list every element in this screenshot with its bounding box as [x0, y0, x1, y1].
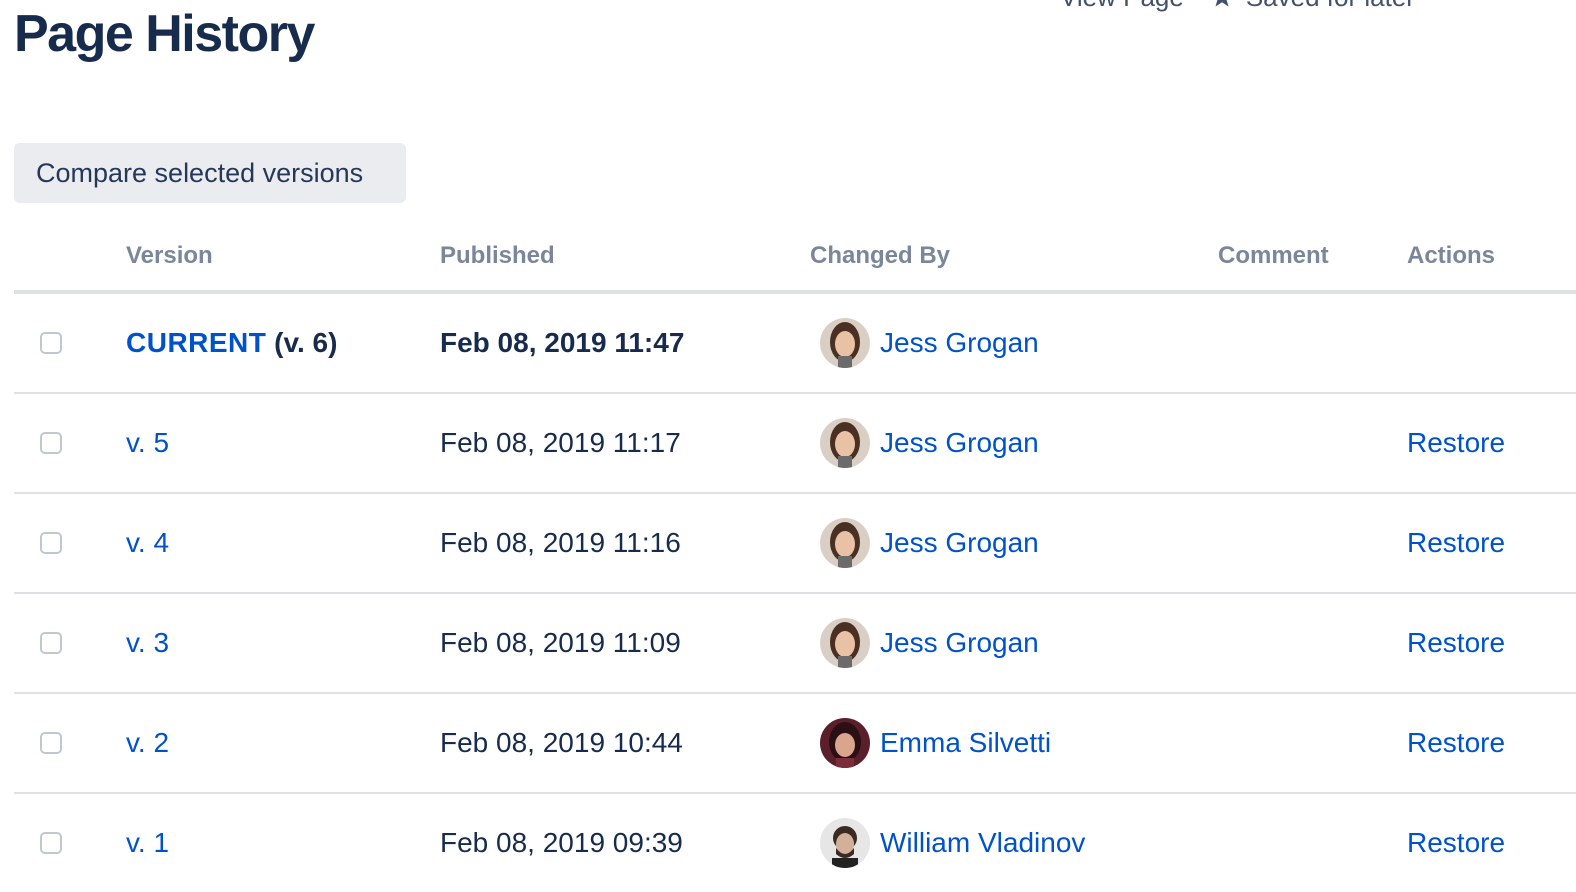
published-date: Feb 08, 2019 11:09: [440, 593, 810, 694]
version-column-header: Version: [126, 222, 440, 294]
saved-for-later-label: Saved for later: [1246, 0, 1415, 13]
changed-by-cell: William Vladinov: [810, 793, 1218, 892]
user-link[interactable]: Jess Grogan: [880, 627, 1039, 659]
version-checkbox[interactable]: [40, 732, 62, 754]
version-cell: v. 2: [126, 693, 440, 794]
user-link[interactable]: Jess Grogan: [880, 427, 1039, 459]
compare-selected-versions-button[interactable]: Compare selected versions: [14, 143, 406, 203]
published-column-header: Published: [440, 222, 810, 294]
table-row: v. 5 Feb 08, 2019 11:17 Jess Grogan Rest…: [14, 393, 1576, 494]
version-link[interactable]: v. 5: [126, 427, 169, 458]
version-checkbox[interactable]: [40, 432, 62, 454]
restore-link[interactable]: Restore: [1407, 627, 1505, 658]
table-header-row: Version Published Changed By Comment Act…: [14, 222, 1576, 294]
actions-cell: Restore: [1407, 493, 1576, 594]
changed-by-cell: Jess Grogan: [810, 393, 1218, 494]
jess-avatar[interactable]: [820, 618, 870, 668]
top-actions: View Page Saved for later: [1060, 0, 1415, 13]
user-link[interactable]: Jess Grogan: [880, 327, 1039, 359]
william-avatar[interactable]: [820, 818, 870, 868]
comment-cell: [1218, 493, 1407, 594]
jess-avatar[interactable]: [820, 418, 870, 468]
changed-by-cell: Jess Grogan: [810, 593, 1218, 694]
comment-column-header: Comment: [1218, 222, 1407, 294]
star-icon: [1210, 0, 1234, 10]
comment-cell: [1218, 393, 1407, 494]
actions-cell: Restore: [1407, 793, 1576, 892]
version-cell: v. 5: [126, 393, 440, 494]
actions-cell: [1407, 292, 1576, 394]
version-cell: v. 3: [126, 593, 440, 694]
version-checkbox[interactable]: [40, 832, 62, 854]
version-checkbox[interactable]: [40, 332, 62, 354]
published-date: Feb 08, 2019 11:47: [440, 292, 810, 394]
user-link[interactable]: William Vladinov: [880, 827, 1085, 859]
version-link[interactable]: v. 1: [126, 827, 169, 858]
actions-cell: Restore: [1407, 593, 1576, 694]
version-link[interactable]: v. 4: [126, 527, 169, 558]
actions-cell: Restore: [1407, 693, 1576, 794]
version-link[interactable]: CURRENT: [126, 327, 266, 358]
saved-for-later-link[interactable]: Saved for later: [1210, 0, 1415, 13]
version-checkbox[interactable]: [40, 632, 62, 654]
table-row: CURRENT (v. 6) Feb 08, 2019 11:47 Jess G…: [14, 292, 1576, 394]
comment-cell: [1218, 793, 1407, 892]
view-page-label: View Page: [1060, 0, 1184, 13]
changed-by-cell: Jess Grogan: [810, 292, 1218, 394]
view-page-link[interactable]: View Page: [1060, 0, 1184, 13]
version-history-table: Version Published Changed By Comment Act…: [14, 222, 1576, 892]
published-date: Feb 08, 2019 11:16: [440, 493, 810, 594]
restore-link[interactable]: Restore: [1407, 727, 1505, 758]
version-checkbox[interactable]: [40, 532, 62, 554]
version-number-suffix: (v. 6): [266, 327, 338, 358]
checkbox-column-header: [14, 222, 126, 294]
jess-avatar[interactable]: [820, 318, 870, 368]
user-link[interactable]: Jess Grogan: [880, 527, 1039, 559]
page-title: Page History: [14, 5, 315, 63]
table-row: v. 4 Feb 08, 2019 11:16 Jess Grogan Rest…: [14, 493, 1576, 594]
restore-link[interactable]: Restore: [1407, 527, 1505, 558]
user-link[interactable]: Emma Silvetti: [880, 727, 1051, 759]
table-row: v. 2 Feb 08, 2019 10:44 Emma Silvetti Re…: [14, 693, 1576, 794]
comment-cell: [1218, 593, 1407, 694]
jess-avatar[interactable]: [820, 518, 870, 568]
version-cell: CURRENT (v. 6): [126, 292, 440, 394]
version-link[interactable]: v. 3: [126, 627, 169, 658]
version-link[interactable]: v. 2: [126, 727, 169, 758]
published-date: Feb 08, 2019 11:17: [440, 393, 810, 494]
comment-cell: [1218, 292, 1407, 394]
changed-by-cell: Jess Grogan: [810, 493, 1218, 594]
published-date: Feb 08, 2019 10:44: [440, 693, 810, 794]
actions-column-header: Actions: [1407, 222, 1576, 294]
table-row: v. 3 Feb 08, 2019 11:09 Jess Grogan Rest…: [14, 593, 1576, 694]
version-cell: v. 1: [126, 793, 440, 892]
comment-cell: [1218, 693, 1407, 794]
version-cell: v. 4: [126, 493, 440, 594]
changed-by-column-header: Changed By: [810, 222, 1218, 294]
changed-by-cell: Emma Silvetti: [810, 693, 1218, 794]
restore-link[interactable]: Restore: [1407, 427, 1505, 458]
actions-cell: Restore: [1407, 393, 1576, 494]
emma-avatar[interactable]: [820, 718, 870, 768]
restore-link[interactable]: Restore: [1407, 827, 1505, 858]
published-date: Feb 08, 2019 09:39: [440, 827, 683, 858]
table-row: v. 1 Feb 08, 2019 09:39 William Vladinov…: [14, 793, 1576, 892]
